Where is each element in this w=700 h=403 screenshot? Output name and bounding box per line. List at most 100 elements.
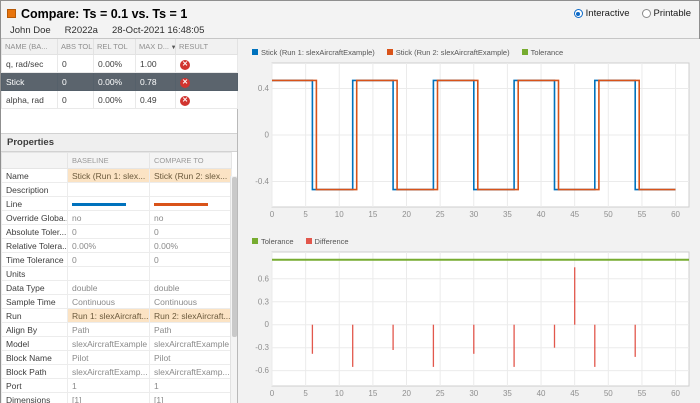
property-value[interactable]: Continuous <box>149 294 232 309</box>
property-value[interactable]: no <box>149 210 232 225</box>
radio-unselected-icon <box>641 9 651 18</box>
svg-text:60: 60 <box>671 210 680 219</box>
property-value[interactable]: Continuous <box>67 294 150 309</box>
column-header-max-d[interactable]: MAX D... ▼ <box>135 39 176 55</box>
property-value[interactable]: Stick (Run 1: slex... <box>67 168 150 183</box>
rel-tol-value: 0.00% <box>93 54 136 73</box>
property-value[interactable]: 1 <box>149 378 232 393</box>
property-value[interactable]: Pilot <box>149 350 232 365</box>
legend-swatch <box>305 238 312 244</box>
release-version: R2022a <box>64 25 98 36</box>
svg-text:50: 50 <box>604 210 613 219</box>
signal-row-alpha-rad[interactable]: alpha, rad 0 0.00% 0.49 ✕ <box>1 90 238 109</box>
property-value[interactable]: 0 <box>149 224 232 239</box>
main-area: NAME (BA...ABS TOLREL TOLMAX D... ▼RESUL… <box>1 39 700 403</box>
property-value[interactable] <box>149 266 232 281</box>
legend-item-difference[interactable]: Difference <box>305 236 349 246</box>
signal-row-stick[interactable]: Stick 0 0.00% 0.78 ✕ <box>1 72 238 91</box>
property-value[interactable]: slexAircraftExample <box>67 336 150 351</box>
property-value[interactable]: double <box>67 280 150 295</box>
property-value[interactable]: [1] <box>67 392 150 403</box>
property-row-model: Model slexAircraftExample slexAircraftExam… <box>1 336 232 351</box>
property-label: Name <box>1 168 68 183</box>
legend-item-tolerance[interactable]: Tolerance <box>252 237 294 246</box>
property-label: Sample Time <box>1 294 68 309</box>
properties-header[interactable]: Properties <box>1 133 237 152</box>
legend-item-stick-run-1-slexaircraftexample[interactable]: Stick (Run 1: slexAircraftExample) <box>252 48 375 57</box>
comparison-table: NAME (BA...ABS TOLREL TOLMAX D... ▼RESUL… <box>1 39 238 109</box>
property-value[interactable]: no <box>67 210 150 225</box>
svg-text:0: 0 <box>270 210 275 219</box>
property-value[interactable]: double <box>149 280 232 295</box>
property-value[interactable]: Pilot <box>67 350 150 365</box>
property-value[interactable]: 0.00% <box>149 238 232 253</box>
properties-scrollbar[interactable] <box>230 176 237 403</box>
svg-text:5: 5 <box>303 210 308 219</box>
property-value[interactable]: Run 1: slexAircraft... <box>67 308 150 323</box>
property-value[interactable]: 0.00% <box>67 238 150 253</box>
signal-row-q-rad-sec[interactable]: q, rad/sec 0 0.00% 1.00 ✕ <box>1 54 238 73</box>
difference-chart[interactable]: 0 5 10 15 20 25 30 35 40 45 50 55 60 0.6 0.3 0 -0.3 -0.6 <box>246 248 694 400</box>
property-value[interactable] <box>67 266 150 281</box>
max-diff-value: 0.49 <box>135 90 176 109</box>
property-value[interactable]: slexAircraftExample <box>149 336 232 351</box>
radio-printable[interactable]: Printable <box>641 8 692 19</box>
svg-text:-0.4: -0.4 <box>255 177 269 186</box>
comparison-table-header: NAME (BA...ABS TOLREL TOLMAX D... ▼RESUL… <box>1 39 238 55</box>
legend-item-tolerance[interactable]: Tolerance <box>521 48 563 57</box>
property-row-align-by: Align By Path Path <box>1 322 232 337</box>
legend-swatch <box>252 238 258 244</box>
radio-printable-label: Printable <box>653 8 692 19</box>
compare-line-swatch[interactable] <box>154 202 208 206</box>
property-row-description: Description <box>1 182 232 197</box>
property-row-units: Units <box>1 266 232 281</box>
property-value[interactable]: slexAircraftExamp... <box>149 364 232 379</box>
radio-interactive[interactable]: Interactive <box>573 8 630 19</box>
column-header-result[interactable]: RESULT <box>175 39 238 55</box>
property-row-block-name: Block Name Pilot Pilot <box>1 350 232 365</box>
property-label: Units <box>1 266 68 281</box>
property-value[interactable]: [1] <box>149 392 232 403</box>
svg-text:0.4: 0.4 <box>258 84 270 93</box>
rel-tol-value: 0.00% <box>93 90 136 109</box>
property-value[interactable]: 1 <box>67 378 150 393</box>
baseline-line-swatch[interactable] <box>72 202 126 206</box>
svg-text:45: 45 <box>570 389 579 398</box>
property-value[interactable]: Path <box>67 322 150 337</box>
svg-text:20: 20 <box>402 389 411 398</box>
legend-label: Difference <box>314 236 349 246</box>
legend-label: Stick (Run 2: slexAircraftExample) <box>395 47 510 57</box>
column-header-name-ba[interactable]: NAME (BA... <box>1 39 58 55</box>
property-value[interactable]: 0 <box>149 252 232 267</box>
fail-icon: ✕ <box>180 77 190 88</box>
property-value[interactable] <box>149 182 232 197</box>
left-panel: NAME (BA...ABS TOLREL TOLMAX D... ▼RESUL… <box>1 39 238 403</box>
property-value <box>67 196 150 211</box>
legend-item-stick-run-2-slexaircraftexample[interactable]: Stick (Run 2: slexAircraftExample) <box>386 47 510 57</box>
property-value[interactable]: 0 <box>67 224 150 239</box>
fail-icon: ✕ <box>180 59 190 70</box>
svg-text:0.3: 0.3 <box>258 297 270 306</box>
svg-text:10: 10 <box>335 210 344 219</box>
difference-chart-legend: Tolerance Difference <box>252 236 694 246</box>
property-value[interactable]: Stick (Run 2: slex... <box>149 168 232 183</box>
column-header-rel-tol[interactable]: REL TOL <box>93 39 136 55</box>
signal-name: q, rad/sec <box>1 54 58 73</box>
svg-text:0: 0 <box>270 389 275 398</box>
property-value[interactable]: Path <box>149 322 232 337</box>
scrollbar-thumb[interactable] <box>232 177 237 337</box>
property-value[interactable]: 0 <box>67 252 150 267</box>
max-diff-value: 1.00 <box>135 54 176 73</box>
svg-text:35: 35 <box>503 389 512 398</box>
property-row-absolute-toler: Absolute Toler... 0 0 <box>1 224 232 239</box>
property-value[interactable]: slexAircraftExamp... <box>67 364 150 379</box>
legend-label: Tolerance <box>261 236 294 246</box>
svg-text:30: 30 <box>469 210 478 219</box>
signal-comparison-chart[interactable]: 0 5 10 15 20 25 30 35 40 45 50 55 60 0.4 0 -0.4 <box>246 59 694 221</box>
property-label: Absolute Toler... <box>1 224 68 239</box>
property-value[interactable]: Run 2: slexAircraft... <box>149 308 232 323</box>
svg-text:45: 45 <box>570 210 579 219</box>
property-value[interactable] <box>67 182 150 197</box>
column-header-abs-tol[interactable]: ABS TOL <box>57 39 94 55</box>
svg-text:40: 40 <box>537 389 546 398</box>
